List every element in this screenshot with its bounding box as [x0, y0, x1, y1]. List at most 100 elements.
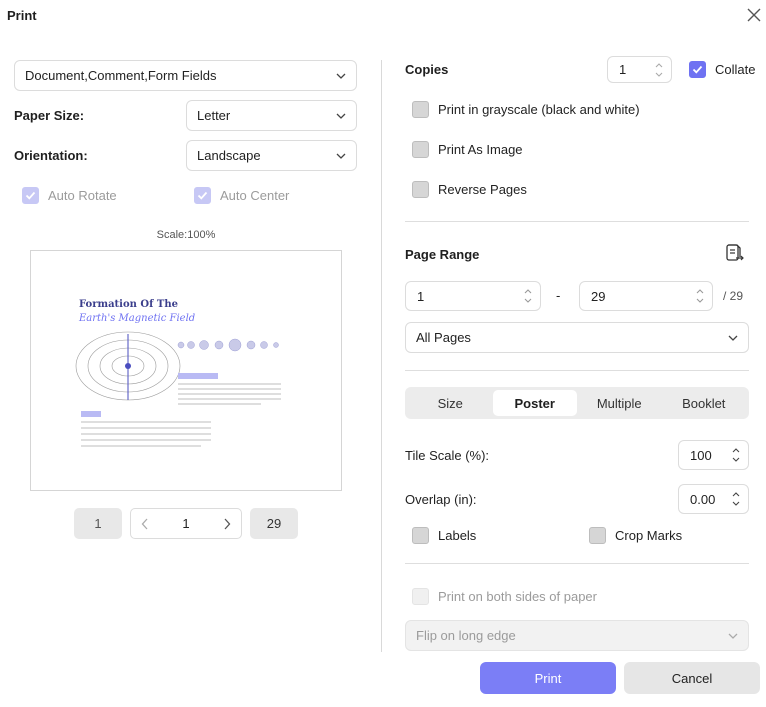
auto-rotate-check-icon: [22, 187, 39, 204]
print-button[interactable]: Print: [480, 662, 616, 694]
crop-marks-checkbox[interactable]: Crop Marks: [589, 527, 682, 544]
paper-size-select[interactable]: Letter: [186, 100, 357, 131]
chevron-down-icon: [728, 633, 738, 639]
labels-box: [412, 527, 429, 544]
cancel-button[interactable]: Cancel: [624, 662, 760, 694]
print-preview: Formation Of The Earth's Magnetic Field: [30, 250, 342, 491]
page-range-picker-icon[interactable]: [724, 243, 744, 263]
first-page-button[interactable]: 1: [74, 508, 122, 539]
overlap-label: Overlap (in):: [405, 492, 477, 507]
grayscale-box: [412, 101, 429, 118]
divider: [405, 221, 749, 222]
orientation-select[interactable]: Landscape: [186, 140, 357, 171]
crop-marks-box: [589, 527, 606, 544]
range-dash: -: [556, 288, 561, 303]
grayscale-checkbox[interactable]: Print in grayscale (black and white): [412, 101, 640, 118]
range-from-value: 1: [417, 288, 425, 304]
collate-checkbox[interactable]: Collate: [689, 61, 755, 78]
crop-marks-label: Crop Marks: [615, 528, 683, 543]
tile-scale-label: Tile Scale (%):: [405, 448, 490, 463]
auto-center-label: Auto Center: [220, 188, 290, 203]
orientation-label: Orientation:: [14, 148, 88, 163]
tab-multiple[interactable]: Multiple: [577, 390, 662, 416]
pages-select-value: All Pages: [416, 330, 471, 345]
collate-check-icon: [689, 61, 706, 78]
chevron-left-icon[interactable]: [141, 518, 149, 530]
auto-center-check-icon: [194, 187, 211, 204]
print-as-image-box: [412, 141, 429, 158]
preview-heading-line1: Formation Of The: [79, 299, 178, 310]
chevron-down-icon: [336, 113, 346, 119]
overlap-spinner[interactable]: 0.00: [678, 484, 749, 514]
collate-label: Collate: [715, 62, 756, 77]
spinner-arrows[interactable]: [732, 448, 740, 462]
tile-scale-value: 100: [690, 447, 712, 463]
spinner-arrows[interactable]: [732, 492, 740, 506]
both-sides-label: Print on both sides of paper: [438, 589, 597, 604]
page-range-label: Page Range: [405, 247, 480, 262]
auto-rotate-label: Auto Rotate: [48, 188, 117, 203]
chevron-up-icon[interactable]: [696, 289, 704, 294]
paper-size-value: Letter: [197, 108, 231, 123]
panel-divider: [381, 60, 382, 652]
tile-scale-spinner[interactable]: 100: [678, 440, 749, 470]
chevron-right-icon[interactable]: [223, 518, 231, 530]
chevron-up-icon[interactable]: [655, 62, 663, 68]
divider: [405, 370, 749, 371]
chevron-down-icon[interactable]: [696, 298, 704, 303]
range-to-spinner[interactable]: 29: [579, 281, 713, 311]
current-page-input[interactable]: 1: [182, 516, 189, 531]
grayscale-label: Print in grayscale (black and white): [438, 102, 640, 117]
tab-booklet[interactable]: Booklet: [662, 390, 747, 416]
flip-select[interactable]: Flip on long edge: [405, 620, 749, 651]
flip-select-value: Flip on long edge: [416, 628, 516, 643]
preview-page-graphic: [75, 331, 281, 447]
last-page-button[interactable]: 29: [250, 508, 298, 539]
pages-select[interactable]: All Pages: [405, 322, 749, 353]
chevron-down-icon: [336, 73, 346, 79]
range-from-spinner[interactable]: 1: [405, 281, 541, 311]
print-as-image-label: Print As Image: [438, 142, 523, 157]
scale-text: Scale:100%: [156, 229, 216, 241]
spinner-arrows[interactable]: [696, 289, 704, 303]
print-as-image-checkbox[interactable]: Print As Image: [412, 141, 523, 158]
dialog-title: Print: [7, 8, 37, 23]
spinner-arrows[interactable]: [655, 62, 663, 77]
chevron-down-icon[interactable]: [524, 298, 532, 303]
auto-rotate-checkbox[interactable]: Auto Rotate: [22, 187, 117, 204]
chevron-down-icon: [336, 153, 346, 159]
reverse-pages-checkbox[interactable]: Reverse Pages: [412, 181, 527, 198]
chevron-up-icon[interactable]: [732, 448, 740, 453]
chevron-down-icon[interactable]: [655, 72, 663, 77]
both-sides-checkbox[interactable]: Print on both sides of paper: [412, 588, 597, 605]
content-select-value: Document,Comment,Form Fields: [25, 68, 217, 83]
chevron-down-icon: [728, 335, 738, 341]
range-to-value: 29: [591, 288, 606, 304]
range-total: / 29: [723, 289, 744, 303]
reverse-pages-box: [412, 181, 429, 198]
copies-label: Copies: [405, 62, 449, 77]
tab-size[interactable]: Size: [408, 390, 493, 416]
chevron-up-icon[interactable]: [732, 492, 740, 497]
labels-checkbox[interactable]: Labels: [412, 527, 476, 544]
both-sides-box: [412, 588, 429, 605]
tab-poster[interactable]: Poster: [492, 390, 577, 416]
reverse-pages-label: Reverse Pages: [438, 182, 527, 197]
chevron-down-icon[interactable]: [732, 457, 740, 462]
preview-heading-line2: Earth's Magnetic Field: [79, 313, 196, 324]
copies-spinner[interactable]: 1: [607, 56, 672, 83]
labels-label: Labels: [438, 528, 477, 543]
close-icon[interactable]: [744, 5, 764, 25]
spinner-arrows[interactable]: [524, 289, 532, 303]
paper-size-label: Paper Size:: [14, 108, 85, 123]
chevron-down-icon[interactable]: [732, 501, 740, 506]
copies-value: 1: [619, 62, 627, 77]
orientation-value: Landscape: [197, 148, 261, 163]
overlap-value: 0.00: [690, 491, 716, 507]
content-select[interactable]: Document,Comment,Form Fields: [14, 60, 357, 91]
layout-mode-tabs: Size Poster Multiple Booklet: [405, 387, 749, 419]
chevron-up-icon[interactable]: [524, 289, 532, 294]
auto-center-checkbox[interactable]: Auto Center: [194, 187, 289, 204]
divider: [405, 563, 749, 564]
page-navigator: 1: [130, 508, 242, 539]
